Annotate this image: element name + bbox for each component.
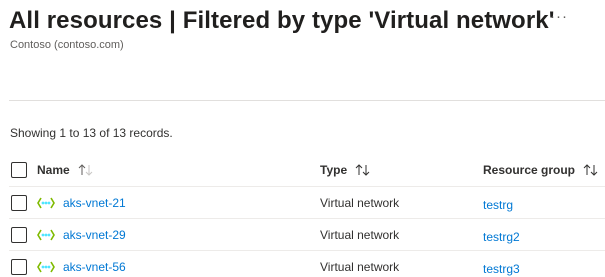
column-header-label: Type bbox=[320, 162, 348, 177]
row-checkbox[interactable] bbox=[11, 259, 27, 275]
resource-group-link[interactable]: testrg bbox=[483, 198, 513, 212]
virtual-network-icon bbox=[37, 229, 55, 241]
resource-type: Virtual network bbox=[320, 195, 400, 210]
more-icon[interactable]: ··· bbox=[550, 8, 568, 25]
column-header-label: Resource group bbox=[483, 162, 576, 177]
row-checkbox[interactable] bbox=[11, 227, 27, 243]
page-subtitle: Contoso (contoso.com) bbox=[10, 39, 124, 51]
sort-icon[interactable] bbox=[355, 163, 371, 176]
table-row: aks-vnet-56 Virtual network testrg3 bbox=[9, 251, 605, 277]
page: All resources | Filtered by type 'Virtua… bbox=[0, 0, 605, 277]
table-header-row: Name Type Resource group bbox=[9, 153, 605, 187]
sort-icon[interactable] bbox=[78, 163, 94, 176]
resource-name-link[interactable]: aks-vnet-21 bbox=[63, 196, 126, 210]
resource-group-link[interactable]: testrg3 bbox=[483, 262, 520, 276]
virtual-network-icon bbox=[37, 197, 55, 209]
column-header-name[interactable]: Name bbox=[37, 153, 94, 186]
select-all-checkbox[interactable] bbox=[11, 162, 27, 178]
resource-type: Virtual network bbox=[320, 259, 400, 274]
divider bbox=[9, 100, 605, 101]
column-header-type[interactable]: Type bbox=[320, 153, 371, 186]
name-cell: aks-vnet-56 bbox=[37, 251, 126, 277]
row-checkbox[interactable] bbox=[11, 195, 27, 211]
resource-type: Virtual network bbox=[320, 227, 400, 242]
page-title: All resources | Filtered by type 'Virtua… bbox=[9, 7, 555, 34]
virtual-network-icon bbox=[37, 261, 55, 273]
type-cell: Virtual network bbox=[320, 187, 399, 218]
resource-group-cell: testrg3 bbox=[483, 251, 520, 277]
resource-group-cell: testrg2 bbox=[483, 219, 520, 250]
table-row: aks-vnet-29 Virtual network testrg2 bbox=[9, 219, 605, 251]
name-cell: aks-vnet-21 bbox=[37, 187, 126, 218]
resource-group-link[interactable]: testrg2 bbox=[483, 230, 520, 244]
resource-name-link[interactable]: aks-vnet-29 bbox=[63, 228, 126, 242]
sort-icon[interactable] bbox=[583, 163, 599, 176]
resource-name-link[interactable]: aks-vnet-56 bbox=[63, 260, 126, 274]
name-cell: aks-vnet-29 bbox=[37, 219, 126, 250]
resources-table: Name Type Resource group aks-vnet-21 Vir… bbox=[9, 153, 605, 277]
type-cell: Virtual network bbox=[320, 251, 399, 277]
resource-group-cell: testrg bbox=[483, 187, 513, 218]
records-info: Showing 1 to 13 of 13 records. bbox=[10, 126, 173, 140]
type-cell: Virtual network bbox=[320, 219, 399, 250]
column-header-label: Name bbox=[37, 162, 70, 177]
table-row: aks-vnet-21 Virtual network testrg bbox=[9, 187, 605, 219]
column-header-resource-group[interactable]: Resource group bbox=[483, 153, 599, 186]
